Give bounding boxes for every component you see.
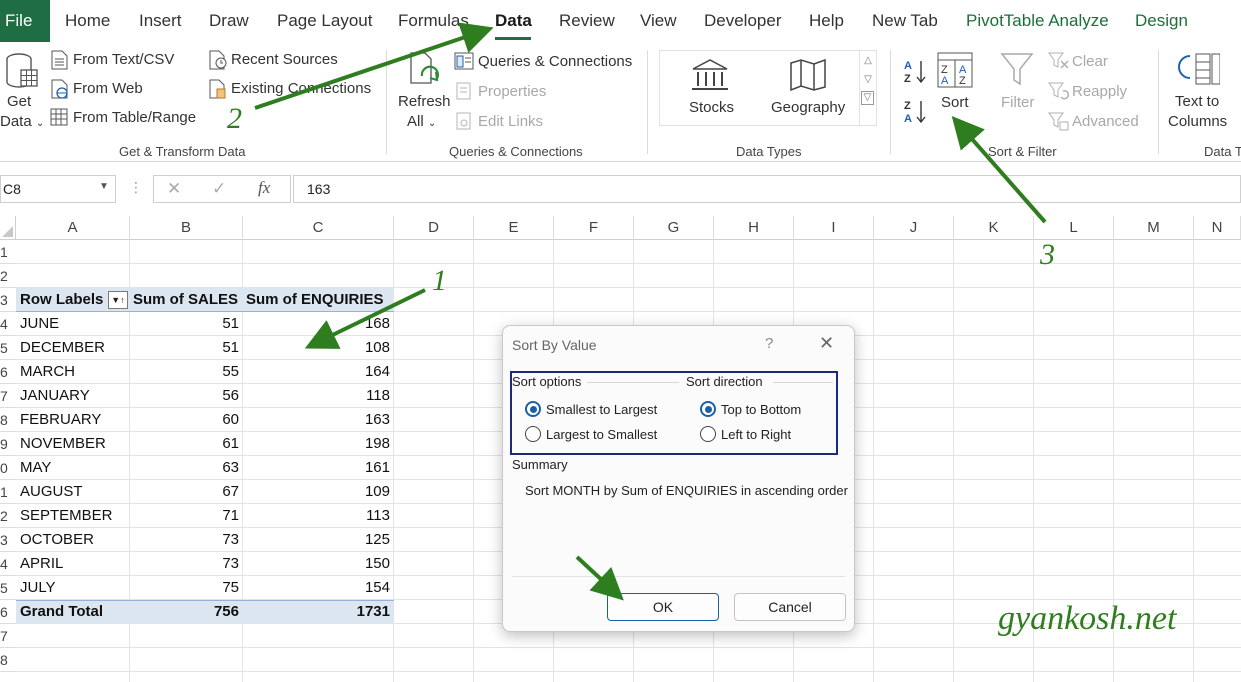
annotation-number-2: 2	[227, 102, 242, 135]
arrow-to-enquiries-column	[304, 288, 426, 349]
annotation-number-1: 1	[432, 264, 447, 297]
arrow-to-sort-button	[951, 115, 1047, 224]
annotation-number-3: 3	[1040, 238, 1055, 271]
tutorial-annotation-overlay	[254, 22, 1047, 601]
watermark-logo: gyankosh.net	[998, 600, 1177, 637]
arrow-to-data-tab	[254, 22, 494, 110]
arrow-to-ok-button	[575, 555, 624, 601]
